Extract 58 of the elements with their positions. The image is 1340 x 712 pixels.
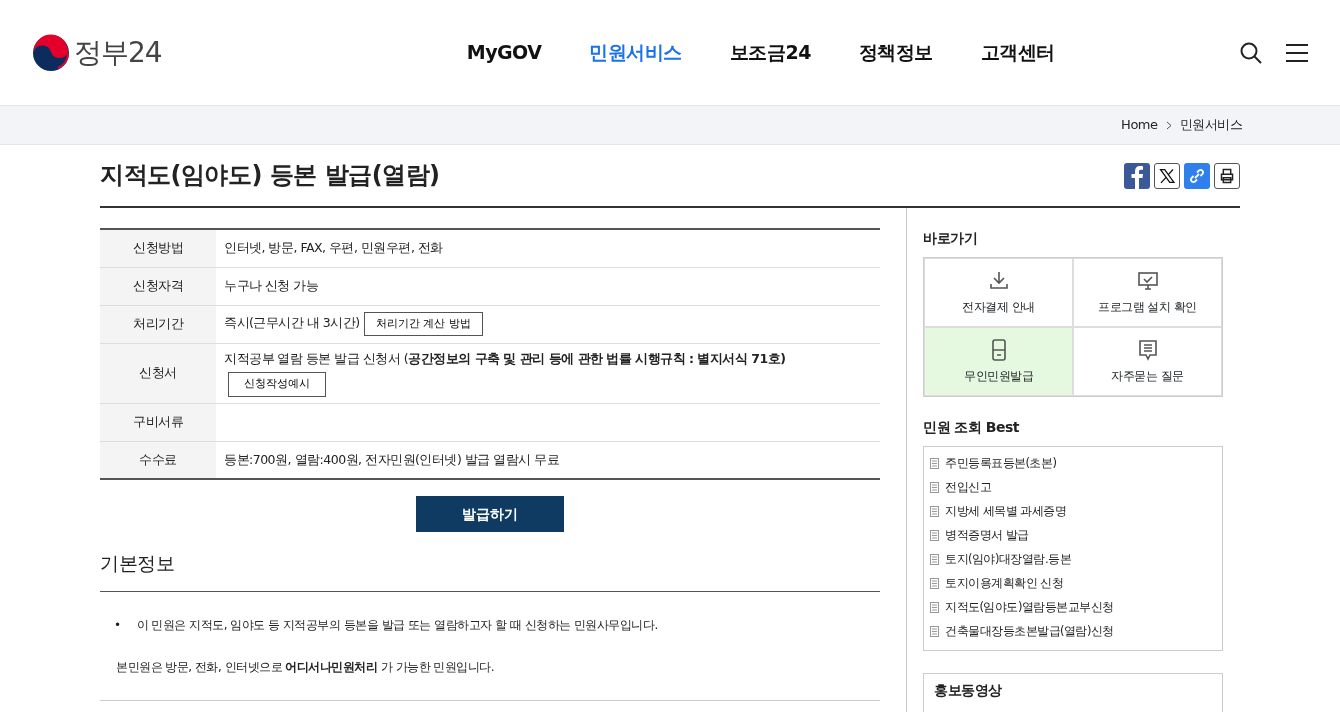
nav-tab[interactable]: 고객센터	[980, 38, 1055, 67]
info-text: 본민원은 방문, 전화, 인터넷으로 어디서나민원처리 가 가능한 민원입니다.	[100, 658, 880, 702]
table-value: 등본:700원, 열람:400원, 전자민원(인터넷) 발급 열람시 무료	[224, 451, 560, 467]
best-item[interactable]: 지방세 세목별 과세증명	[930, 499, 1222, 524]
page-title: 지적도(임야도) 등본 발급(열람)	[100, 161, 440, 190]
chevron-icon	[1165, 120, 1172, 130]
nav-tab[interactable]: MyGOV	[466, 38, 542, 67]
table-value: 지적공부 열람 등본 발급 신청서 (공간정보의 구축 및 관리 등에 관한 법률 시행규칙 : 별지서식 71호)	[224, 350, 786, 366]
section-title: 홍보동영상	[934, 680, 1003, 700]
bullet-icon: •	[114, 616, 121, 635]
document-icon	[930, 626, 939, 638]
nav-tab[interactable]: 보조금24	[729, 38, 811, 67]
best-item[interactable]: 지적도(임야도)열람등본교부신청	[930, 595, 1222, 620]
quick-link[interactable]: 프로그램 설치 확인	[1073, 257, 1222, 327]
document-icon	[930, 554, 939, 566]
document-icon	[930, 578, 939, 590]
apply-button[interactable]: 발급하기	[416, 496, 564, 533]
section-title: 기본정보	[100, 552, 880, 593]
best-item[interactable]: 전입신고	[930, 475, 1222, 500]
form-button[interactable]: 처리기간 계산 방법	[363, 311, 483, 337]
nav-tab[interactable]: 정책정보	[858, 38, 933, 67]
best-item[interactable]: 주민등록표등본(초본)	[930, 451, 1222, 476]
emblem-icon	[32, 33, 70, 72]
table-label: 수수료	[100, 441, 216, 480]
nav-tab[interactable]: 민원서비스	[589, 38, 682, 67]
table-label: 구비서류	[100, 403, 216, 442]
table-value: 즉시(근무시간 내 3시간)	[224, 314, 360, 330]
best-item[interactable]: 토지(임야)대장열람.등본	[930, 547, 1222, 572]
table-value: 누구나 신청 가능	[224, 277, 319, 293]
table-label: 신청방법	[100, 229, 216, 267]
quick-link[interactable]: 자주묻는 질문	[1073, 326, 1222, 396]
best-item[interactable]: 건축물대장등초본발급(열람)신청	[930, 619, 1222, 644]
breadcrumb-link[interactable]: 민원서비스	[1179, 115, 1242, 135]
document-icon	[930, 458, 939, 470]
menu-icon[interactable]	[1286, 43, 1308, 62]
logo[interactable]: 정부24	[32, 31, 162, 74]
best-item[interactable]: 토지이용계획확인 신청	[930, 571, 1222, 596]
best-item[interactable]: 병적증명서 발급	[930, 523, 1222, 548]
breadcrumb-link[interactable]: Home	[1121, 115, 1158, 135]
document-icon	[930, 530, 939, 542]
document-icon	[930, 602, 939, 614]
table-value: 인터넷, 방문, FAX, 우편, 민원우편, 전화	[224, 239, 443, 255]
section-title: 바로가기	[923, 230, 978, 247]
table-label: 신청자격	[100, 267, 216, 305]
table-label: 처리기간	[100, 305, 216, 343]
table-label: 신청서	[100, 343, 216, 404]
section-title: 민원 조회 Best	[923, 418, 1020, 436]
facebook-button[interactable]	[1124, 162, 1150, 189]
print-button[interactable]	[1214, 162, 1240, 189]
quick-link[interactable]: 무인민원발급	[924, 326, 1073, 396]
info-text: 이 민원은 지적도, 임야도 등 지적공부의 등본을 발급 또는 열람하고자 할 때 신청하는 민원사무입니다.	[136, 617, 658, 635]
document-icon	[930, 506, 939, 518]
document-icon	[930, 482, 939, 494]
link-button[interactable]	[1184, 162, 1210, 189]
form-button[interactable]: 신청작성예시	[228, 372, 326, 397]
search-icon[interactable]	[1240, 41, 1262, 64]
x-logo-button[interactable]	[1154, 162, 1180, 189]
quick-link[interactable]: 전자결제 안내	[924, 257, 1073, 327]
